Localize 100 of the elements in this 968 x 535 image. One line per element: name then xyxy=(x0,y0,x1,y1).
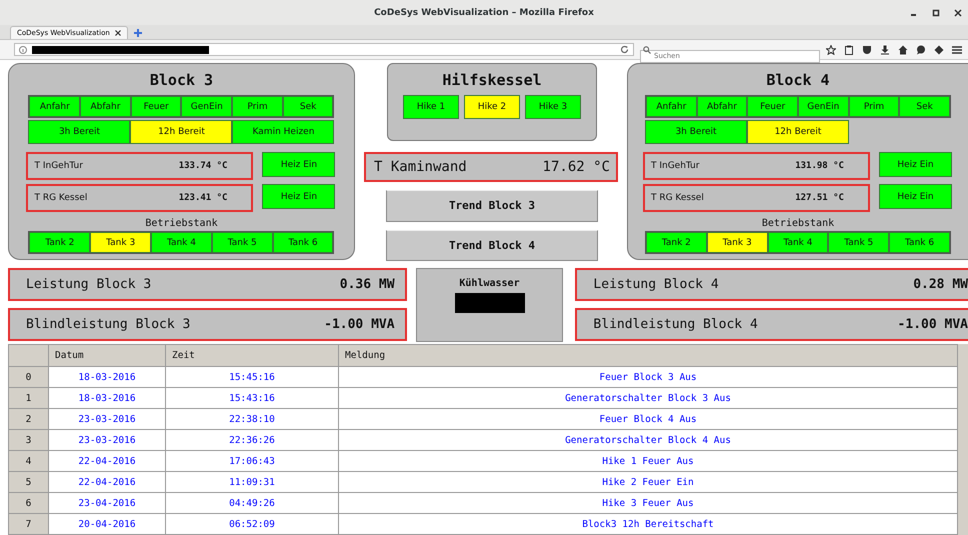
star-icon[interactable] xyxy=(826,44,836,54)
scrollbar[interactable] xyxy=(958,344,968,535)
temperature-label: T InGehTur xyxy=(34,161,83,171)
table-cell: 06:52:09 xyxy=(166,514,338,534)
status-lamp: Prim xyxy=(848,96,900,117)
table-cell: 23-03-2016 xyxy=(48,430,166,450)
chat-icon[interactable] xyxy=(916,44,926,54)
status-lamp: Anfahr xyxy=(646,96,697,117)
status-lamp: Kamin Heizen xyxy=(232,120,334,144)
power-value: 0.28 MW xyxy=(913,277,968,292)
tank-button[interactable]: Tank 3 xyxy=(90,232,152,253)
temperature-value: 131.98 °C xyxy=(795,161,844,171)
status-lamp: 3h Bereit xyxy=(28,120,130,144)
table-cell: Hike 2 Feuer Ein xyxy=(338,472,958,492)
temperature-label: T InGehTur xyxy=(650,161,700,171)
shield-icon[interactable] xyxy=(862,44,872,54)
block-title: Block 3 xyxy=(150,70,214,90)
table-cell: 22-04-2016 xyxy=(48,472,166,492)
status-lamp: Prim xyxy=(232,96,283,117)
table-cell: 18-03-2016 xyxy=(48,388,166,408)
status-lamp: Abfahr xyxy=(80,96,131,117)
row-number: 7 xyxy=(8,514,48,534)
power-label: Leistung Block 4 xyxy=(593,277,719,292)
table-cell: 15:45:16 xyxy=(166,366,338,388)
row-number: 6 xyxy=(8,492,48,514)
status-lamp: Feuer xyxy=(747,96,798,117)
row-number: 2 xyxy=(8,408,48,430)
tank-button[interactable]: Tank 2 xyxy=(29,232,90,253)
heat-button[interactable]: Heiz Ein xyxy=(878,152,952,177)
table-cell: 22:36:26 xyxy=(166,430,338,450)
maximize-icon[interactable] xyxy=(932,9,940,17)
menu-icon[interactable] xyxy=(952,44,962,54)
column-header: Datum xyxy=(48,344,166,366)
status-lamp: Feuer xyxy=(130,96,182,117)
home-icon[interactable] xyxy=(898,44,908,54)
status-lamp: GenEin xyxy=(798,96,849,117)
row-number: 1 xyxy=(8,388,48,408)
table-cell: Hike 1 Feuer Aus xyxy=(338,450,958,472)
tank-heading: Betriebstank xyxy=(762,218,834,229)
temperature-value: 127.51 °C xyxy=(795,193,844,203)
tank-button[interactable]: Tank 2 xyxy=(646,232,707,253)
table-cell: 22-04-2016 xyxy=(48,450,166,472)
close-icon[interactable] xyxy=(114,30,121,36)
table-cell: 15:43:16 xyxy=(166,388,338,408)
table-cell: Generatorschalter Block 3 Aus xyxy=(338,388,958,408)
trend-button[interactable]: Trend Block 3 xyxy=(386,190,598,222)
tank-button[interactable]: Tank 4 xyxy=(151,232,212,253)
panel-title: Hilfskessel xyxy=(442,70,542,90)
status-lamp: 12h Bereit xyxy=(746,120,849,144)
status-lamp: 3h Bereit xyxy=(644,120,747,144)
boiler-button[interactable]: Hike 2 xyxy=(464,95,520,119)
power-label: Blindleistung Block 3 xyxy=(26,317,190,332)
table-cell: 23-04-2016 xyxy=(48,492,166,514)
heat-button[interactable]: Heiz Ein xyxy=(878,184,952,209)
tank-button[interactable]: Tank 5 xyxy=(212,232,273,253)
table-cell: 11:09:31 xyxy=(166,472,338,492)
power-label: Blindleistung Block 4 xyxy=(593,317,758,332)
heat-button[interactable]: Heiz Ein xyxy=(262,152,336,177)
block-title: Block 4 xyxy=(766,70,830,90)
status-lamp: 12h Bereit xyxy=(130,120,232,144)
close-icon[interactable] xyxy=(954,9,962,17)
clipboard-icon[interactable] xyxy=(844,44,854,54)
column-header: Zeit xyxy=(166,344,338,366)
table-cell: Block3 12h Bereitschaft xyxy=(338,514,958,534)
temperature-value: 17.62 °C xyxy=(542,158,610,175)
status-lamp: Anfahr xyxy=(29,96,80,117)
tank-button[interactable]: Tank 6 xyxy=(272,232,334,253)
download-icon[interactable] xyxy=(880,44,890,54)
temperature-value: 133.74 °C xyxy=(178,161,228,171)
search-icon xyxy=(643,46,651,54)
table-cell: Feuer Block 3 Aus xyxy=(338,366,958,388)
boiler-button[interactable]: Hike 3 xyxy=(524,95,581,119)
tank-heading: Betriebstank xyxy=(145,218,218,229)
status-lamp: GenEin xyxy=(181,96,232,117)
row-number: 5 xyxy=(8,472,48,492)
new-tab-icon[interactable] xyxy=(134,29,142,37)
status-lamp: Abfahr xyxy=(696,96,748,117)
trend-button[interactable]: Trend Block 4 xyxy=(386,230,598,261)
tank-button[interactable]: Tank 6 xyxy=(889,232,950,253)
power-value: 0.36 MW xyxy=(340,277,395,292)
status-lamp: Sek xyxy=(899,96,950,117)
temperature-value: 123.41 °C xyxy=(178,193,228,203)
power-label: Leistung Block 3 xyxy=(26,277,152,292)
table-cell: 22:38:10 xyxy=(166,408,338,430)
tank-button[interactable]: Tank 5 xyxy=(828,232,890,253)
row-number: 4 xyxy=(8,450,48,472)
heat-button[interactable]: Heiz Ein xyxy=(262,184,336,209)
status-lamp: Sek xyxy=(282,96,334,117)
status-display xyxy=(454,293,524,313)
tank-button[interactable]: Tank 3 xyxy=(706,232,768,253)
temperature-label: T RG Kessel xyxy=(650,193,704,203)
address-bar[interactable] xyxy=(14,43,634,56)
info-icon xyxy=(19,46,27,54)
tank-button[interactable]: Tank 4 xyxy=(768,232,828,253)
table-cell: 04:49:26 xyxy=(166,492,338,514)
power-value: -1.00 MVA xyxy=(898,317,968,332)
panel-title: Kühlwasser xyxy=(459,278,520,289)
reload-icon[interactable] xyxy=(620,45,629,54)
boiler-button[interactable]: Hike 1 xyxy=(402,95,459,119)
temperature-label: T RG Kessel xyxy=(34,193,88,203)
